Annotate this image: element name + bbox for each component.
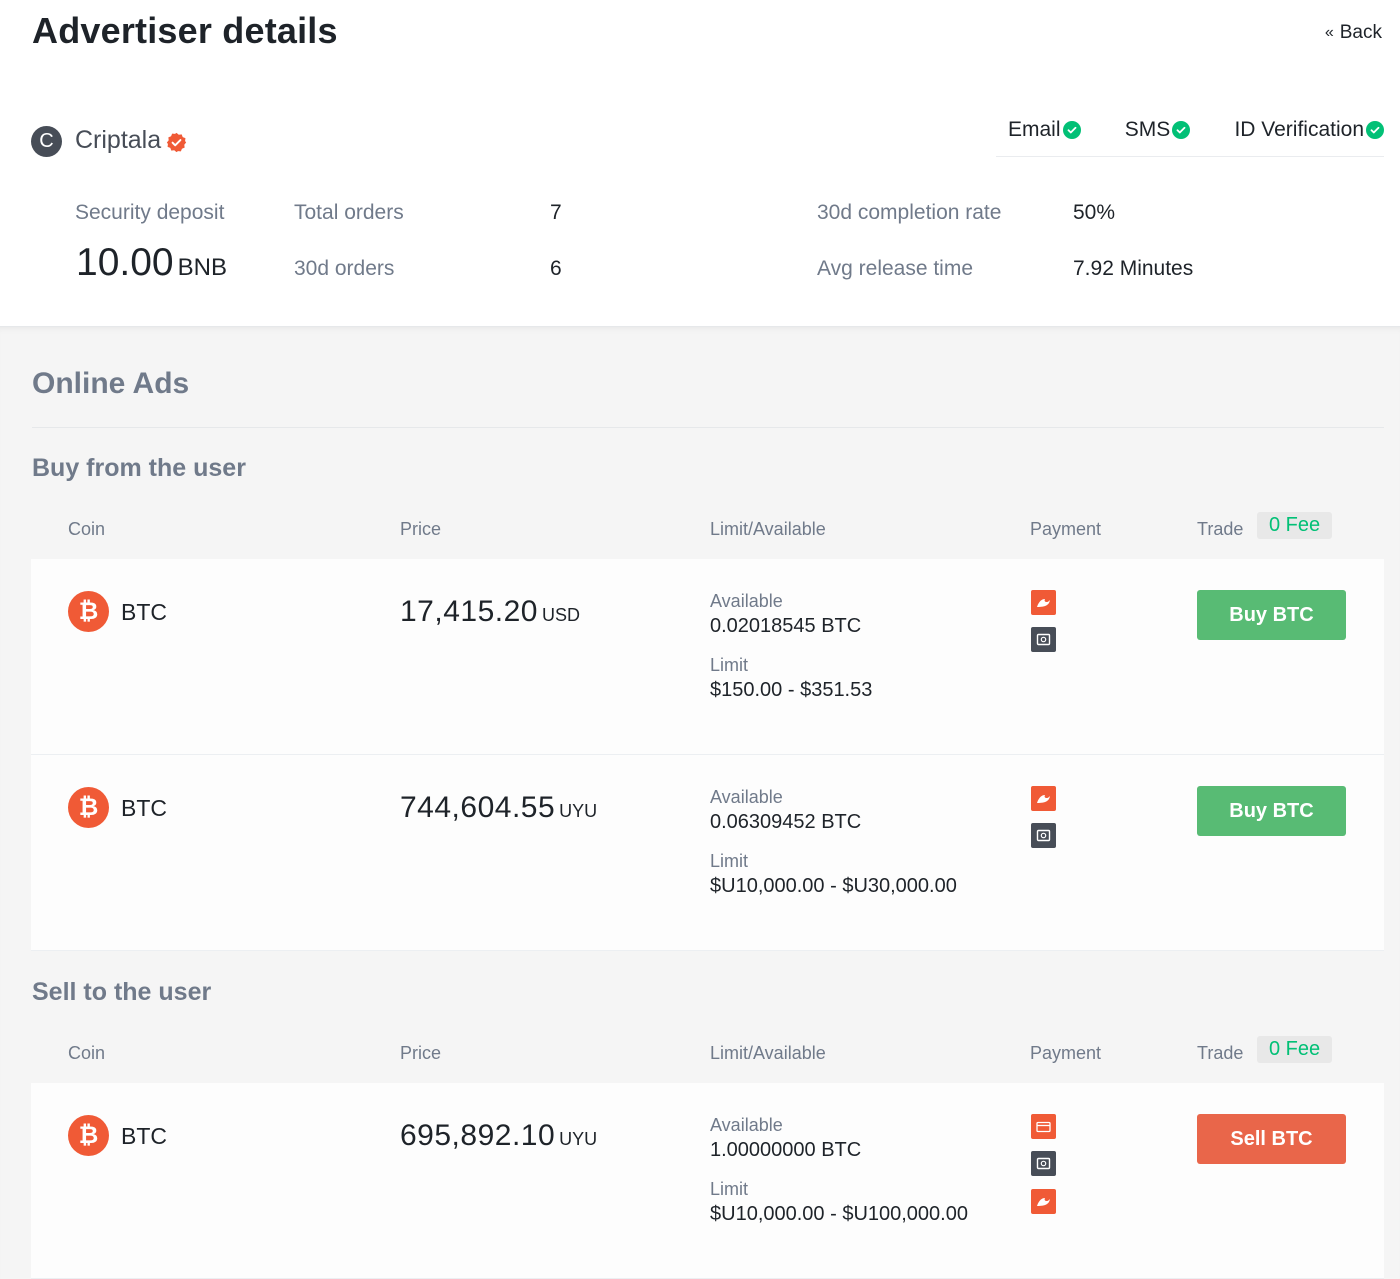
check-circle-icon — [1172, 121, 1191, 139]
table-row: ₿ BTC 17,415.20 USD Available 0.02018545 … — [31, 559, 1384, 755]
table-row: ₿ BTC 744,604.55 UYU Available 0.06309452… — [31, 755, 1384, 951]
limit-value: $150.00 - $351.53 — [710, 679, 873, 701]
table-row: ₿ BTC 695,892.10 UYU Available 1.00000000… — [31, 1083, 1384, 1279]
security-deposit-label: Security deposit — [75, 201, 225, 224]
security-deposit-value: 10.00 BNB — [76, 241, 227, 285]
buy-ads-table: Coin Price Limit/Available Payment Trade… — [31, 497, 1384, 951]
cash-payment-icon — [1031, 1151, 1056, 1176]
bitcoin-icon: ₿ — [68, 787, 109, 828]
column-header-coin: Coin — [68, 519, 106, 539]
limit-value: $U10,000.00 - $U30,000.00 — [710, 875, 957, 897]
deposit-unit: BNB — [177, 254, 227, 281]
completion-rate-label: 30d completion rate — [817, 201, 1002, 224]
price-currency: UYU — [559, 801, 598, 821]
total-orders-label: Total orders — [294, 201, 404, 224]
sell-btc-button[interactable]: Sell BTC — [1197, 1114, 1346, 1164]
back-link[interactable]: « Back — [1325, 22, 1382, 44]
available-label: Available — [710, 591, 783, 611]
price: 17,415.20 USD — [400, 595, 580, 629]
orders-30d-label: 30d orders — [294, 257, 395, 280]
verified-badge-icon — [166, 132, 187, 153]
zero-fee-badge: 0 Fee — [1257, 512, 1333, 539]
price: 744,604.55 UYU — [400, 791, 597, 825]
price-value: 695,892.10 — [400, 1119, 556, 1152]
verification-list: Email SMS ID Verification — [996, 118, 1384, 157]
advertiser-header-section: Advertiser details « Back C Criptala Ema… — [0, 0, 1400, 326]
coin-name: BTC — [121, 599, 167, 625]
bank-transfer-icon — [1031, 1189, 1056, 1214]
buy-btc-button[interactable]: Buy BTC — [1197, 786, 1346, 836]
sell-ads-table: Coin Price Limit/Available Payment Trade… — [31, 1021, 1384, 1279]
verification-id: ID Verification — [1234, 118, 1384, 142]
column-header-trade: Trade — [1197, 519, 1244, 539]
available-value: 1.00000000 BTC — [710, 1139, 862, 1161]
verification-sms: SMS — [1125, 118, 1191, 142]
limit-value: $U10,000.00 - $U100,000.00 — [710, 1203, 968, 1225]
limit-label: Limit — [710, 1179, 749, 1199]
column-header-limit: Limit/Available — [710, 1043, 826, 1063]
divider — [32, 427, 1384, 428]
column-header-price: Price — [400, 519, 442, 539]
table-header: Coin Price Limit/Available Payment Trade… — [31, 1021, 1384, 1083]
zero-fee-badge: 0 Fee — [1257, 1036, 1333, 1063]
completion-rate-value: 50% — [1073, 201, 1116, 224]
buy-btc-button[interactable]: Buy BTC — [1197, 590, 1346, 640]
online-ads-section: Online Ads Buy from the user Coin Price … — [0, 326, 1400, 1279]
price: 695,892.10 UYU — [400, 1119, 597, 1153]
release-time-value: 7.92 Minutes — [1073, 257, 1194, 280]
bank-transfer-icon — [1031, 786, 1056, 811]
column-header-price: Price — [400, 1043, 442, 1063]
cash-payment-icon — [1031, 627, 1056, 652]
check-circle-icon — [1062, 121, 1081, 139]
bitcoin-icon: ₿ — [68, 591, 109, 632]
available-label: Available — [710, 1115, 783, 1135]
advertiser-name: Criptala — [75, 126, 162, 154]
bank-transfer-icon — [1031, 590, 1056, 615]
bitcoin-icon: ₿ — [68, 1115, 109, 1156]
price-currency: UYU — [559, 1129, 598, 1149]
orders-30d-value: 6 — [550, 257, 562, 280]
back-label: Back — [1339, 22, 1382, 43]
buy-section-title: Buy from the user — [32, 454, 246, 482]
verification-label: ID Verification — [1234, 118, 1364, 141]
column-header-coin: Coin — [68, 1043, 106, 1063]
price-currency: USD — [541, 605, 580, 625]
coin-name: BTC — [121, 1123, 167, 1149]
table-header: Coin Price Limit/Available Payment Trade… — [31, 497, 1384, 559]
total-orders-value: 7 — [550, 201, 562, 224]
check-circle-icon — [1366, 121, 1384, 139]
sell-section-title: Sell to the user — [32, 978, 212, 1006]
column-header-trade: Trade — [1197, 1043, 1244, 1063]
price-value: 17,415.20 — [400, 595, 538, 628]
card-payment-icon — [1031, 1114, 1056, 1139]
available-value: 0.02018545 BTC — [710, 615, 862, 637]
page-title: Advertiser details — [32, 10, 338, 51]
release-time-label: Avg release time — [817, 257, 974, 280]
online-ads-title: Online Ads — [32, 367, 190, 400]
available-label: Available — [710, 787, 783, 807]
cash-payment-icon — [1031, 823, 1056, 848]
verification-email: Email — [1008, 118, 1081, 142]
verification-label: Email — [1008, 118, 1061, 141]
avatar: C — [31, 126, 62, 157]
limit-label: Limit — [710, 851, 749, 871]
column-header-limit: Limit/Available — [710, 519, 826, 539]
column-header-payment: Payment — [1030, 519, 1102, 539]
coin-name: BTC — [121, 795, 167, 821]
double-chevron-left-icon: « — [1324, 24, 1334, 41]
limit-label: Limit — [710, 655, 749, 675]
column-header-payment: Payment — [1030, 1043, 1102, 1063]
deposit-amount: 10.00 — [76, 241, 174, 284]
verification-label: SMS — [1124, 118, 1171, 141]
available-value: 0.06309452 BTC — [710, 811, 862, 833]
price-value: 744,604.55 — [400, 791, 556, 824]
